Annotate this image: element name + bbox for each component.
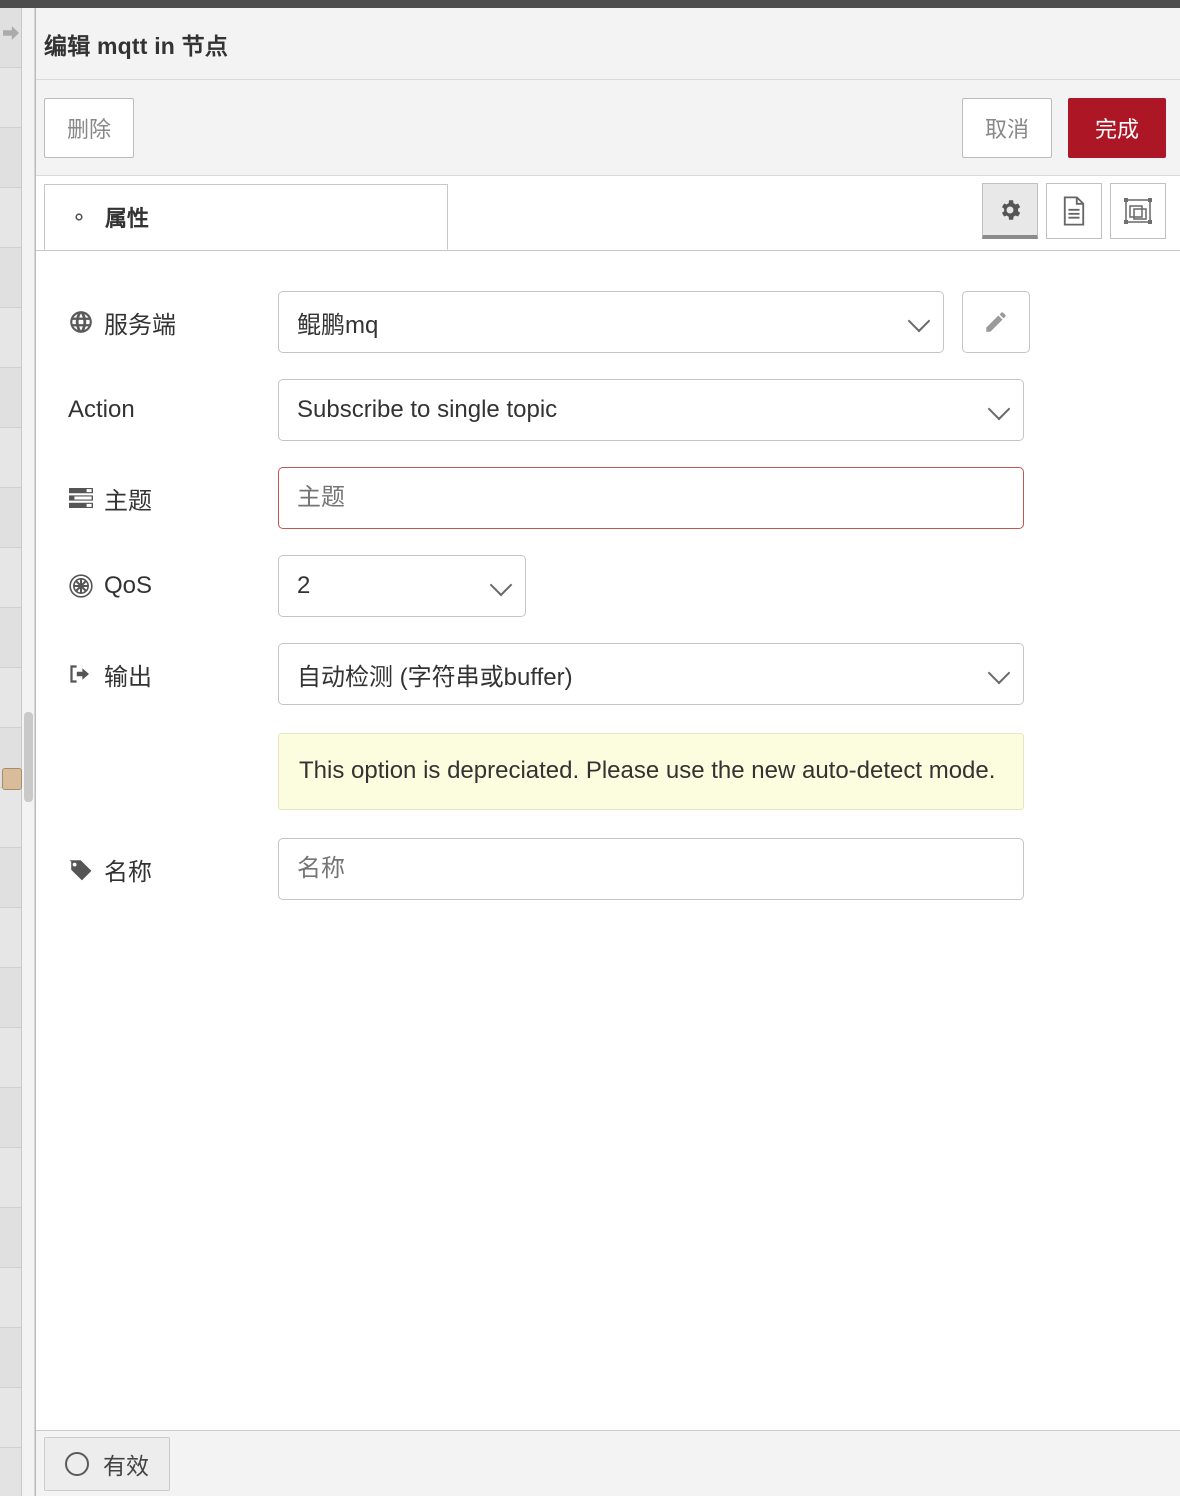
appearance-icon bbox=[1123, 197, 1153, 225]
toolbar-right-group: 取消 完成 bbox=[961, 97, 1166, 158]
action-label-text: Action bbox=[68, 396, 135, 423]
palette-row[interactable] bbox=[0, 8, 21, 68]
topic-input[interactable] bbox=[278, 467, 1024, 529]
enable-toggle-label: 有效 bbox=[103, 1452, 149, 1479]
output-control-group: 自动检测 (字符串或buffer) This option is depreci… bbox=[278, 643, 1150, 811]
form-row-name: 名称 bbox=[68, 838, 1150, 901]
palette-row[interactable] bbox=[0, 368, 21, 428]
palette-row[interactable] bbox=[0, 1208, 21, 1268]
workspace-scrollbar[interactable] bbox=[24, 712, 33, 802]
description-icon-button[interactable] bbox=[1046, 183, 1102, 239]
gear-icon-button[interactable] bbox=[982, 183, 1038, 239]
palette-row[interactable] bbox=[0, 308, 21, 368]
form-row-topic: 主题 bbox=[68, 467, 1150, 529]
server-label-text: 服务端 bbox=[104, 311, 176, 339]
output-select[interactable]: 自动检测 (字符串或buffer) bbox=[278, 643, 1024, 705]
form-row-action: Action Subscribe to single topic bbox=[68, 379, 1150, 441]
chevron-down-icon bbox=[987, 661, 1011, 685]
topic-label-text: 主题 bbox=[104, 487, 152, 515]
sign-out-icon bbox=[68, 661, 94, 687]
empire-icon bbox=[68, 573, 94, 599]
action-select[interactable]: Subscribe to single topic bbox=[278, 379, 1024, 441]
output-label-text: 输出 bbox=[104, 663, 152, 691]
qos-select-value: 2 bbox=[297, 572, 311, 599]
palette-row[interactable] bbox=[0, 188, 21, 248]
screen-root: 编辑 mqtt in 节点 删除 取消 完成 属性 服务端 鲲鹏mq Actio… bbox=[0, 0, 1180, 1496]
action-label: Action bbox=[68, 379, 278, 441]
dialog-header: 编辑 mqtt in 节点 bbox=[36, 8, 1180, 80]
delete-button[interactable]: 删除 bbox=[44, 97, 135, 158]
chevron-down-icon bbox=[987, 397, 1011, 421]
palette-row[interactable] bbox=[0, 908, 21, 968]
palette-row[interactable] bbox=[0, 1268, 21, 1328]
tab-strip-filler bbox=[448, 184, 982, 250]
name-label-text: 名称 bbox=[104, 858, 152, 886]
server-control-group: 鲲鹏mq bbox=[278, 291, 1150, 353]
dialog-action-bar: 删除 取消 完成 bbox=[36, 80, 1180, 176]
palette-node-chip[interactable] bbox=[2, 768, 22, 790]
form-row-server: 服务端 鲲鹏mq bbox=[68, 291, 1150, 353]
palette-row[interactable] bbox=[0, 428, 21, 488]
edit-node-dialog: 编辑 mqtt in 节点 删除 取消 完成 属性 服务端 鲲鹏mq Actio… bbox=[35, 8, 1180, 1496]
tasks-icon bbox=[68, 485, 94, 511]
qos-label-text: QoS bbox=[104, 572, 153, 599]
action-select-value: Subscribe to single topic bbox=[297, 396, 558, 423]
chevron-down-icon bbox=[907, 309, 931, 333]
tab-strip: 属性 bbox=[36, 176, 1180, 251]
palette-row[interactable] bbox=[0, 788, 21, 848]
tab-properties-label: 属性 bbox=[105, 206, 150, 231]
output-deprecation-warning: This option is depreciated. Please use t… bbox=[278, 733, 1024, 811]
qos-label: QoS bbox=[68, 555, 278, 617]
palette-row[interactable] bbox=[0, 968, 21, 1028]
circle-icon bbox=[65, 1451, 89, 1476]
gear-icon bbox=[997, 197, 1023, 223]
pencil-icon bbox=[983, 309, 1009, 335]
properties-form: 服务端 鲲鹏mq Action Subscribe to single topi… bbox=[36, 251, 1180, 1430]
output-label: 输出 bbox=[68, 643, 278, 705]
gear-icon bbox=[67, 205, 91, 229]
tab-properties[interactable]: 属性 bbox=[44, 184, 448, 250]
palette-row[interactable] bbox=[0, 848, 21, 908]
editor-view-buttons bbox=[982, 183, 1166, 243]
palette-row[interactable] bbox=[0, 488, 21, 548]
topic-label: 主题 bbox=[68, 467, 278, 529]
app-top-bar bbox=[0, 0, 1180, 8]
palette-row[interactable] bbox=[0, 128, 21, 188]
name-label: 名称 bbox=[68, 838, 278, 900]
palette-row[interactable] bbox=[0, 1388, 21, 1448]
appearance-icon-button[interactable] bbox=[1110, 183, 1166, 239]
palette-row[interactable] bbox=[0, 1328, 21, 1388]
dialog-title: 编辑 mqtt in 节点 bbox=[44, 32, 229, 59]
topic-control-group bbox=[278, 467, 1150, 529]
done-button[interactable]: 完成 bbox=[1067, 97, 1166, 158]
server-select-value: 鲲鹏mq bbox=[297, 311, 379, 339]
form-row-output: 输出 自动检测 (字符串或buffer) This option is depr… bbox=[68, 643, 1150, 811]
palette-row[interactable] bbox=[0, 1148, 21, 1208]
palette-row[interactable] bbox=[0, 1028, 21, 1088]
action-control-group: Subscribe to single topic bbox=[278, 379, 1150, 441]
cancel-button[interactable]: 取消 bbox=[961, 97, 1052, 158]
palette-row[interactable] bbox=[0, 608, 21, 668]
name-input[interactable] bbox=[278, 838, 1024, 901]
document-icon bbox=[1061, 196, 1087, 226]
chevron-down-icon bbox=[489, 573, 513, 597]
form-row-qos: QoS 2 bbox=[68, 555, 1150, 617]
palette-row[interactable] bbox=[0, 248, 21, 308]
palette-row[interactable] bbox=[0, 68, 21, 128]
dialog-footer: 有效 bbox=[36, 1430, 1180, 1496]
tag-icon bbox=[68, 856, 94, 882]
node-palette-strip[interactable] bbox=[0, 8, 22, 1496]
qos-select[interactable]: 2 bbox=[278, 555, 526, 617]
qos-control-group: 2 bbox=[278, 555, 1150, 617]
edit-server-button[interactable] bbox=[962, 291, 1030, 353]
globe-icon bbox=[68, 309, 94, 335]
palette-row[interactable] bbox=[0, 668, 21, 728]
output-select-value: 自动检测 (字符串或buffer) bbox=[297, 663, 573, 691]
enable-toggle-button[interactable]: 有效 bbox=[44, 1436, 170, 1491]
name-control-group bbox=[278, 838, 1150, 901]
server-label: 服务端 bbox=[68, 291, 278, 353]
palette-row[interactable] bbox=[0, 1088, 21, 1148]
palette-row[interactable] bbox=[0, 548, 21, 608]
server-select[interactable]: 鲲鹏mq bbox=[278, 291, 944, 353]
